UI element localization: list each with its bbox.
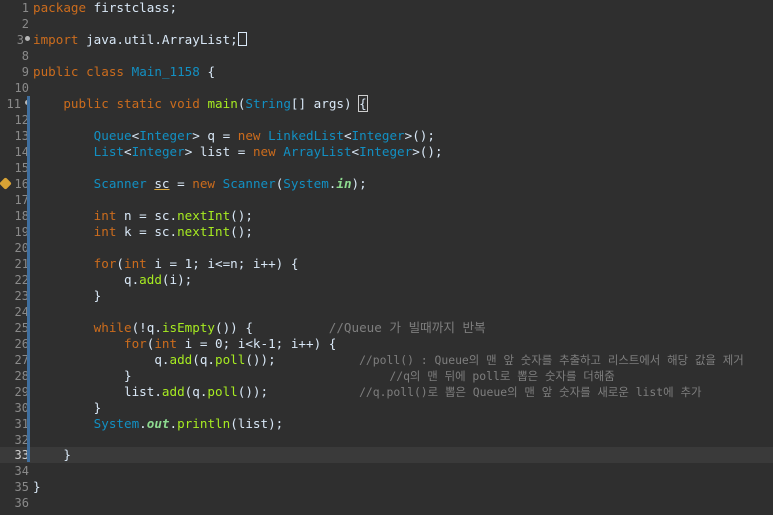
code-line[interactable]: 21 for(int i = 1; i<=n; i++) { [0, 256, 773, 272]
line-number: 31 [14, 417, 29, 431]
code-line[interactable]: 30 } [0, 400, 773, 416]
code-line[interactable]: 3 import java.util.ArrayList; [0, 32, 773, 48]
line-number: 12 [14, 113, 29, 127]
code-line[interactable]: 23 } [0, 288, 773, 304]
code-text[interactable]: for(int i = 1; i<=n; i++) { [33, 256, 299, 272]
code-text[interactable]: } [33, 400, 102, 416]
code-text[interactable]: } [33, 479, 41, 495]
change-bar [27, 96, 30, 462]
code-text[interactable]: for(int i = 0; i<k-1; i++) { [33, 336, 336, 352]
code-text[interactable]: } //q의 맨 뒤에 poll로 뽑은 숫자를 더해줌 [33, 368, 615, 384]
line-number: 11 [6, 97, 21, 111]
line-number: 2 [21, 17, 29, 31]
code-text[interactable]: public class Main_1158 { [33, 64, 215, 80]
code-line[interactable]: 34 [0, 463, 773, 479]
code-text[interactable]: list.add(q.poll()); //q.poll()로 뽑은 Queue… [33, 384, 701, 400]
line-number: 10 [14, 81, 29, 95]
line-number: 15 [14, 161, 29, 175]
code-line[interactable]: 10 [0, 80, 773, 96]
code-editor[interactable]: 1 package firstclass; 2 3 import java.ut… [0, 0, 773, 515]
code-text[interactable]: int n = sc.nextInt(); [33, 208, 253, 224]
line-number: 24 [14, 305, 29, 319]
line-number: 33 [14, 448, 29, 462]
line-number: 9 [21, 65, 29, 79]
line-number: 22 [14, 273, 29, 287]
code-line[interactable]: 31 System.out.println(list); [0, 416, 773, 432]
code-text[interactable]: q.add(q.poll()); //poll() : Queue의 맨 앞 숫… [33, 352, 743, 368]
code-line[interactable]: 25 while(!q.isEmpty()) { //Queue 가 빌때까지 … [0, 320, 773, 336]
code-line[interactable]: 28 } //q의 맨 뒤에 poll로 뽑은 숫자를 더해줌 [0, 368, 773, 384]
line-number: 17 [14, 193, 29, 207]
line-number: 23 [14, 289, 29, 303]
code-line[interactable]: 32 [0, 432, 773, 448]
code-text[interactable]: while(!q.isEmpty()) { //Queue 가 빌때까지 반복 [33, 320, 486, 336]
line-number: 35 [14, 480, 29, 494]
code-line[interactable]: 29 list.add(q.poll()); //q.poll()로 뽑은 Qu… [0, 384, 773, 400]
line-number: 8 [21, 49, 29, 63]
code-line[interactable]: 26 for(int i = 0; i<k-1; i++) { [0, 336, 773, 352]
line-number: 3 [16, 33, 24, 47]
line-number: 21 [14, 257, 29, 271]
code-line[interactable]: 35 } [0, 479, 773, 495]
line-number: 16 [14, 177, 29, 191]
code-line[interactable]: 24 [0, 304, 773, 320]
code-line[interactable]: 27 q.add(q.poll()); //poll() : Queue의 맨 … [0, 352, 773, 368]
code-text[interactable]: System.out.println(list); [33, 416, 284, 432]
line-number: 26 [14, 337, 29, 351]
code-line-current[interactable]: 33 } [0, 447, 773, 463]
code-line[interactable]: 8 [0, 48, 773, 64]
code-text[interactable]: int k = sc.nextInt(); [33, 224, 253, 240]
line-number: 34 [14, 464, 29, 478]
line-number: 25 [14, 321, 29, 335]
line-number: 18 [14, 209, 29, 223]
code-text[interactable]: package firstclass; [33, 0, 177, 16]
code-line[interactable]: 2 [0, 16, 773, 32]
code-line[interactable]: 13 Queue<Integer> q = new LinkedList<Int… [0, 128, 773, 144]
code-text[interactable]: public static void main(String[] args) { [33, 95, 368, 112]
code-line[interactable]: 12 [0, 112, 773, 128]
code-text[interactable]: } [33, 288, 102, 304]
line-number: 29 [14, 385, 29, 399]
code-text[interactable]: Queue<Integer> q = new LinkedList<Intege… [33, 128, 435, 144]
line-number: 14 [14, 145, 29, 159]
code-line[interactable]: 18 int n = sc.nextInt(); [0, 208, 773, 224]
code-text[interactable]: import java.util.ArrayList; [33, 32, 247, 48]
collapsed-block-icon[interactable] [237, 32, 247, 46]
line-number: 13 [14, 129, 29, 143]
code-text[interactable]: } [33, 447, 71, 463]
code-line[interactable]: 1 package firstclass; [0, 0, 773, 16]
line-number: 36 [14, 496, 29, 510]
code-line[interactable]: 11 public static void main(String[] args… [0, 95, 773, 112]
line-number: 20 [14, 241, 29, 255]
code-text[interactable]: Scanner sc = new Scanner(System.in); [33, 176, 367, 192]
code-line[interactable]: 17 [0, 192, 773, 208]
code-line[interactable]: 20 [0, 240, 773, 256]
line-number: 1 [21, 1, 29, 15]
code-text[interactable]: List<Integer> list = new ArrayList<Integ… [33, 144, 443, 160]
code-line[interactable]: 14 List<Integer> list = new ArrayList<In… [0, 144, 773, 160]
fold-expand-icon[interactable] [25, 36, 30, 41]
line-number: 19 [14, 225, 29, 239]
line-number: 30 [14, 401, 29, 415]
code-text[interactable]: q.add(i); [33, 272, 192, 288]
code-line[interactable]: 36 [0, 495, 773, 511]
line-number: 27 [14, 353, 29, 367]
code-line[interactable]: 19 int k = sc.nextInt(); [0, 224, 773, 240]
code-line[interactable]: 15 [0, 160, 773, 176]
code-line[interactable]: 9 public class Main_1158 { [0, 64, 773, 80]
line-number: 28 [14, 369, 29, 383]
line-number: 32 [14, 433, 29, 447]
code-line[interactable]: 22 q.add(i); [0, 272, 773, 288]
code-line[interactable]: 16 Scanner sc = new Scanner(System.in); [0, 176, 773, 192]
